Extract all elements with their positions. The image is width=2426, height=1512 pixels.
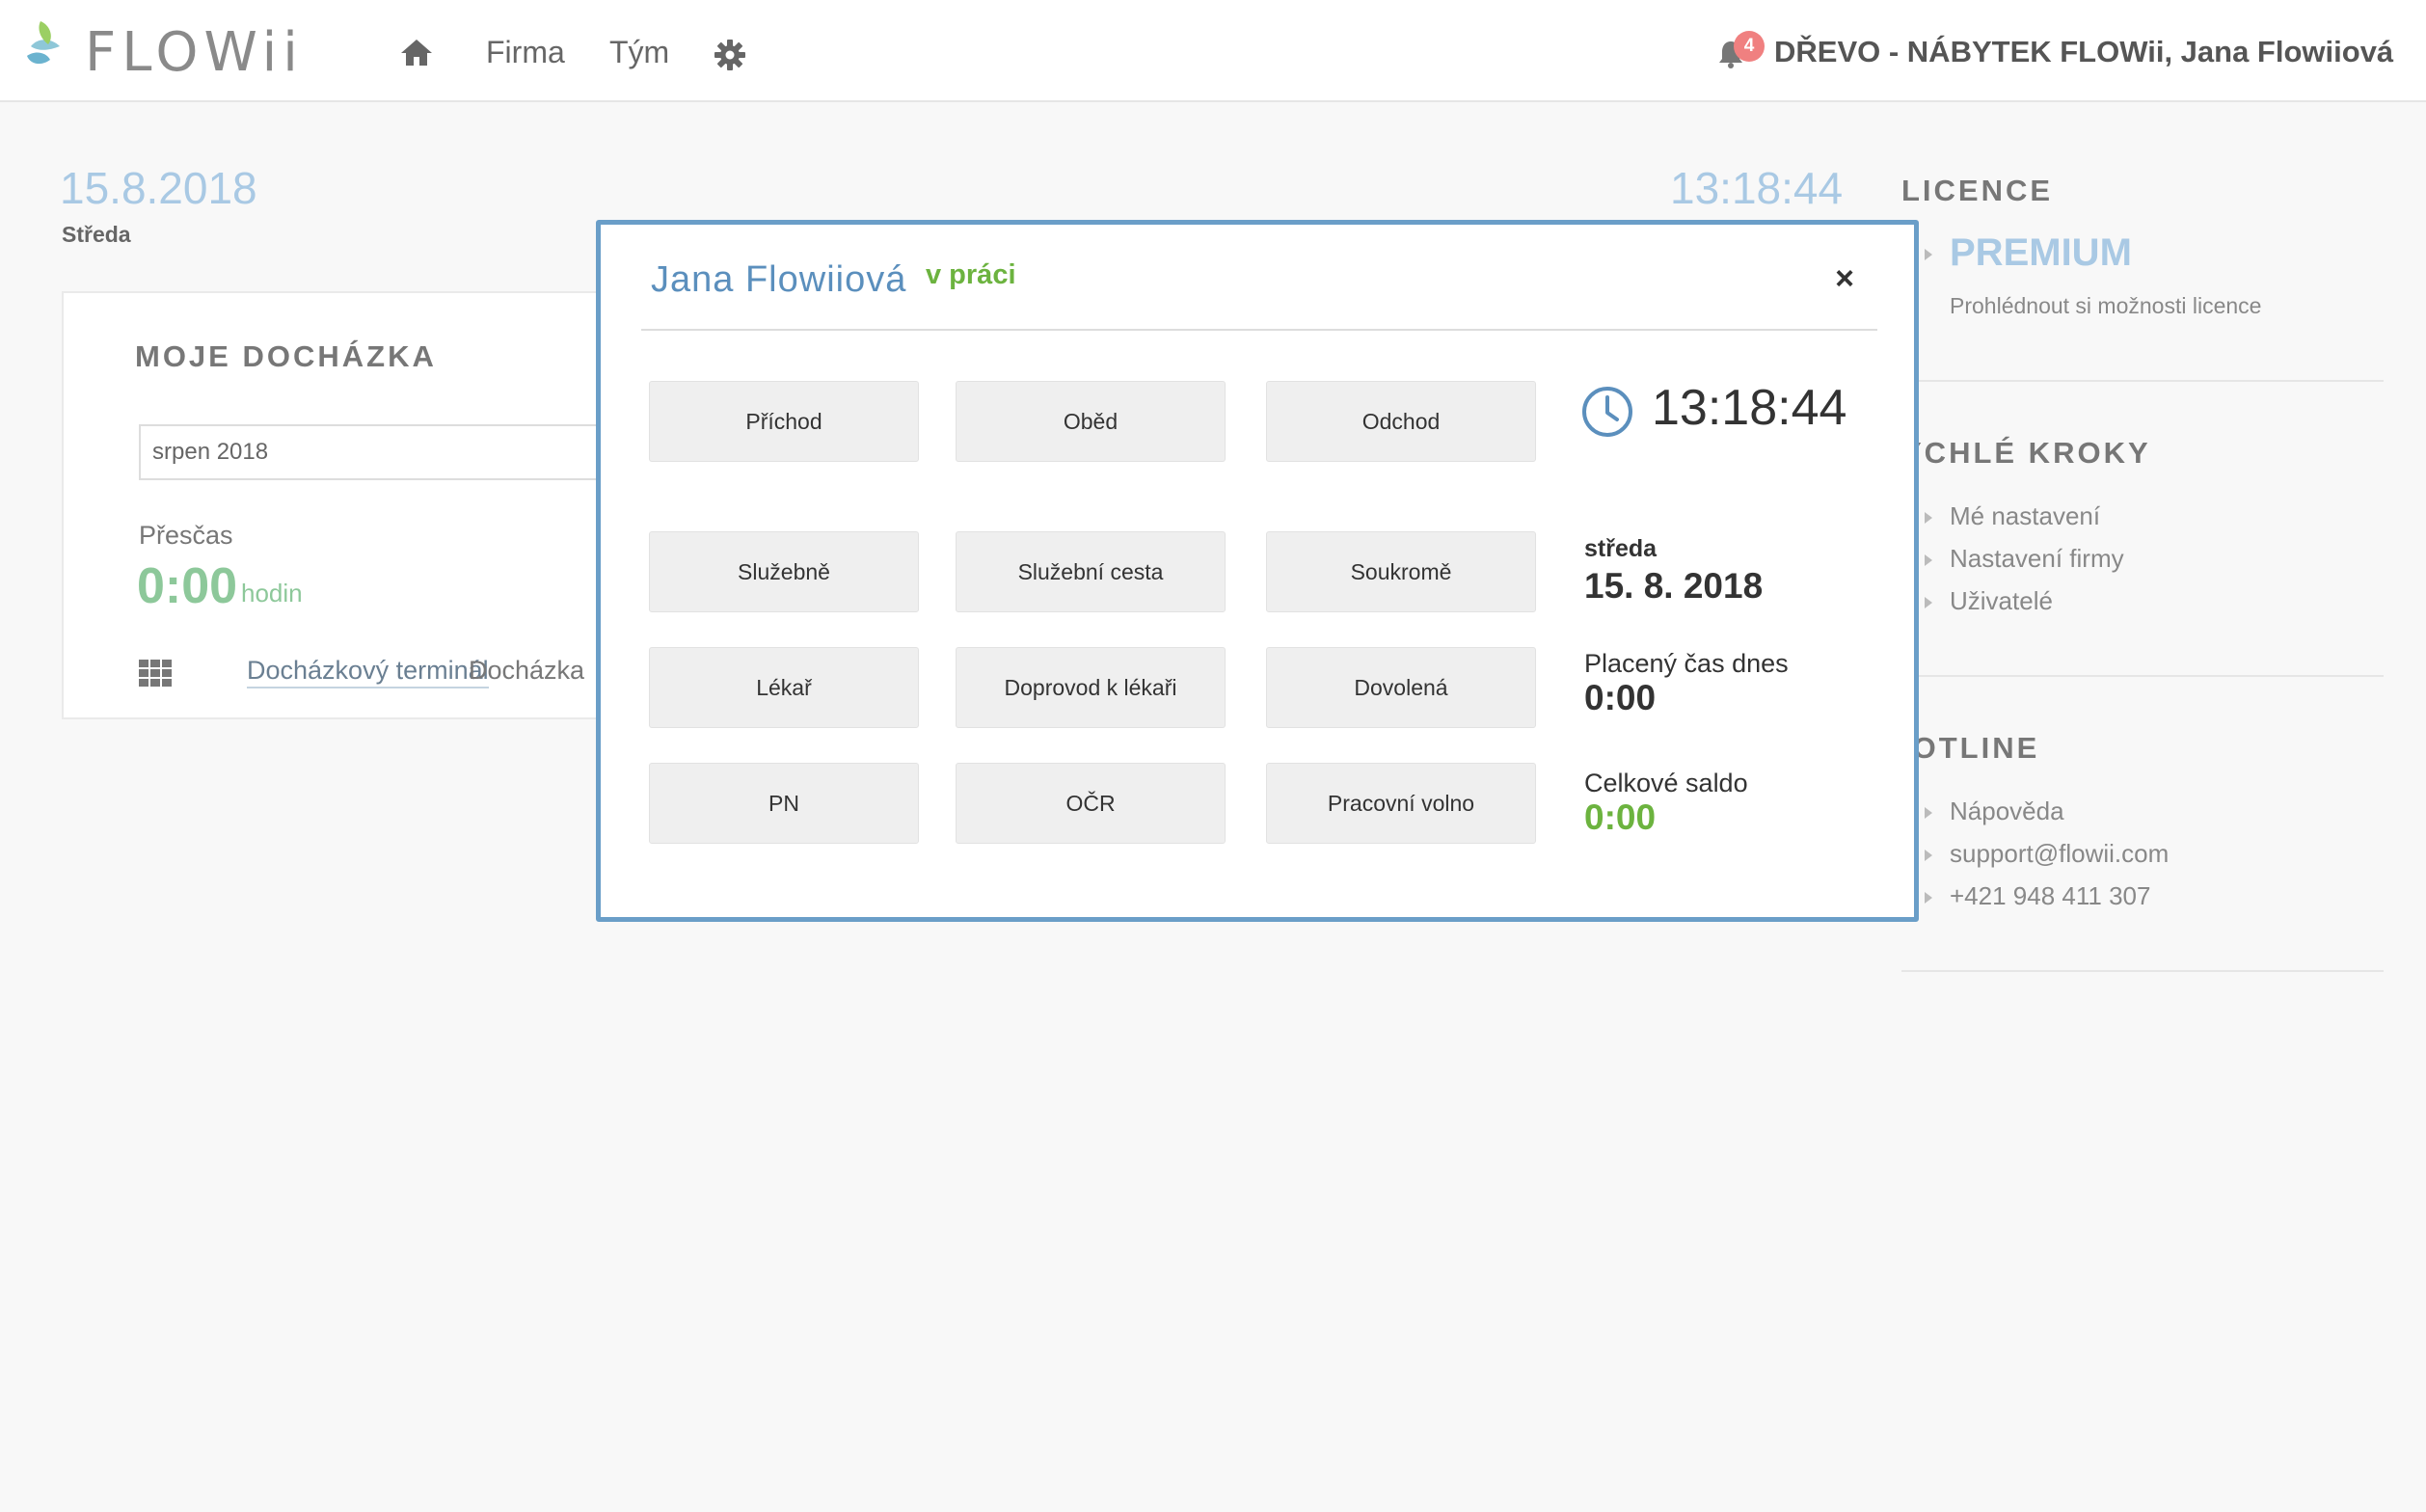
close-icon[interactable]: × bbox=[1827, 261, 1862, 296]
settings-nav-button[interactable] bbox=[714, 39, 746, 71]
sidebar-divider bbox=[1901, 380, 2384, 382]
hotline-phone-link[interactable]: +421 948 411 307 bbox=[1950, 881, 2150, 911]
overtime-value: 0:00 bbox=[137, 558, 238, 614]
doctor-button[interactable]: Lékař bbox=[649, 647, 919, 728]
departure-button[interactable]: Odchod bbox=[1266, 381, 1536, 462]
hotline-help-link[interactable]: Nápověda bbox=[1950, 796, 2064, 826]
clock-icon bbox=[1582, 387, 1632, 437]
quick-item-users[interactable]: Uživatelé bbox=[1950, 586, 2053, 616]
paid-time-value: 0:00 bbox=[1584, 678, 1657, 717]
triangle-bullet-icon bbox=[1925, 892, 1932, 904]
modal-divider bbox=[641, 329, 1877, 331]
balance-value: 0:00 bbox=[1584, 797, 1657, 837]
arrival-button[interactable]: Příchod bbox=[649, 381, 919, 462]
doctor-escort-button[interactable]: Doprovod k lékaři bbox=[956, 647, 1226, 728]
business-button[interactable]: Služebně bbox=[649, 531, 919, 612]
business-trip-button[interactable]: Služební cesta bbox=[956, 531, 1226, 612]
attendance-link[interactable]: Docházka bbox=[469, 654, 584, 687]
licence-plan: PREMIUM bbox=[1950, 231, 2132, 274]
modal-user-name: Jana Flowiiová bbox=[651, 259, 907, 300]
current-weekday: Středa bbox=[62, 222, 131, 247]
balance-label: Celkové saldo bbox=[1584, 769, 1748, 797]
paid-time-label: Placený čas dnes bbox=[1584, 649, 1789, 678]
quick-steps-heading: YCHLÉ KROKY bbox=[1901, 436, 2151, 470]
current-date: 15.8.2018 bbox=[60, 163, 257, 213]
private-button[interactable]: Soukromě bbox=[1266, 531, 1536, 612]
triangle-bullet-icon bbox=[1925, 597, 1932, 608]
current-time: 13:18:44 bbox=[1670, 163, 1844, 213]
modal-user-status: v práci bbox=[926, 259, 1016, 290]
triangle-bullet-icon bbox=[1925, 512, 1932, 524]
gear-icon bbox=[714, 40, 745, 70]
triangle-bullet-icon bbox=[1925, 850, 1932, 861]
notification-count-badge: 4 bbox=[1734, 31, 1765, 62]
quick-item-my-settings[interactable]: Mé nastavení bbox=[1950, 501, 2100, 531]
quick-item-company-settings[interactable]: Nastavení firmy bbox=[1950, 544, 2124, 574]
licence-options-link[interactable]: Prohlédnout si možnosti licence bbox=[1950, 293, 2261, 319]
triangle-bullet-icon bbox=[1925, 249, 1932, 260]
top-navbar: FLOWii Firma Tým 4 DŘEVO - NÁBYTEK FLOWi… bbox=[0, 0, 2426, 102]
overtime-label: Přesčas bbox=[139, 521, 233, 550]
home-nav-button[interactable] bbox=[399, 37, 434, 68]
modal-date: 15. 8. 2018 bbox=[1584, 566, 1764, 606]
attendance-card-title: MOJE DOCHÁZKA bbox=[135, 339, 437, 373]
grid-icon bbox=[139, 660, 172, 687]
logo-text: FLOWii bbox=[85, 21, 304, 84]
modal-clock-time: 13:18:44 bbox=[1652, 380, 1847, 436]
hotline-email-link[interactable]: support@flowii.com bbox=[1950, 839, 2169, 869]
day-off-button[interactable]: Pracovní volno bbox=[1266, 763, 1536, 844]
family-care-button[interactable]: OČR bbox=[956, 763, 1226, 844]
lunch-button[interactable]: Oběd bbox=[956, 381, 1226, 462]
sick-leave-button[interactable]: PN bbox=[649, 763, 919, 844]
triangle-bullet-icon bbox=[1925, 807, 1932, 819]
licence-heading: LICENCE bbox=[1901, 174, 2054, 207]
logo-drop-icon bbox=[27, 21, 60, 65]
flowii-logo[interactable]: FLOWii bbox=[21, 17, 298, 85]
vacation-button[interactable]: Dovolená bbox=[1266, 647, 1536, 728]
hotline-heading: IOTLINE bbox=[1901, 731, 2040, 765]
sidebar-divider bbox=[1901, 675, 2384, 677]
triangle-bullet-icon bbox=[1925, 554, 1932, 566]
nav-tym[interactable]: Tým bbox=[609, 35, 669, 70]
modal-weekday: středa bbox=[1584, 535, 1658, 562]
overtime-unit: hodin bbox=[241, 579, 303, 608]
company-user-menu[interactable]: DŘEVO - NÁBYTEK FLOWii, Jana Flowiiová bbox=[1774, 35, 2393, 69]
nav-firma[interactable]: Firma bbox=[486, 35, 565, 70]
attendance-terminal-modal: Jana Flowiiová v práci × Příchod Oběd Od… bbox=[596, 220, 1919, 922]
home-icon bbox=[401, 40, 432, 66]
attendance-terminal-label: Docházkový terminál bbox=[247, 654, 489, 688]
sidebar-divider bbox=[1901, 970, 2384, 972]
